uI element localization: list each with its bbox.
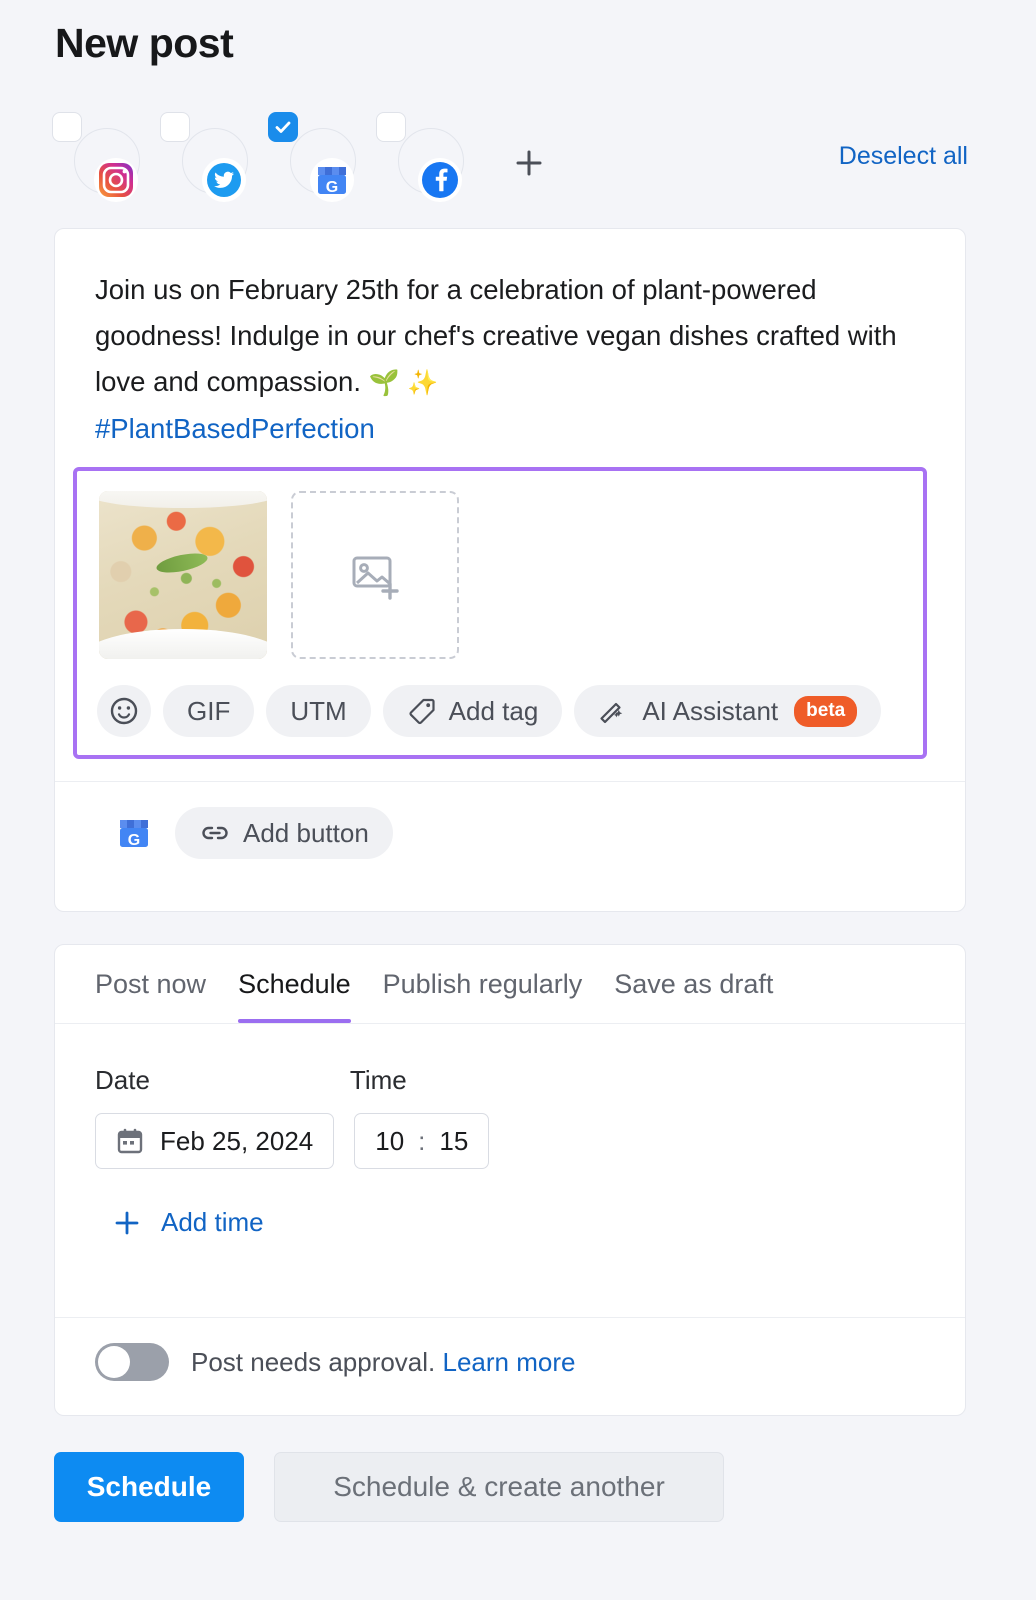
approval-label: Post needs approval.: [191, 1346, 436, 1377]
account-checkbox-twitter[interactable]: [160, 112, 190, 142]
tab-schedule[interactable]: Schedule: [238, 945, 351, 1023]
gif-button[interactable]: GIF: [163, 685, 255, 737]
date-label: Date: [95, 1065, 150, 1095]
google-business-profile-icon: G: [310, 158, 354, 202]
media-thumbnails: [99, 491, 459, 659]
account-checkbox-google-business-profile[interactable]: [268, 112, 298, 142]
emoji-button[interactable]: [97, 685, 151, 737]
add-time-label: Add time: [161, 1207, 264, 1237]
add-image-icon: [352, 556, 399, 600]
tag-icon: [409, 698, 435, 725]
time-minutes[interactable]: 15: [439, 1126, 468, 1157]
platform-button-row: G Add button: [115, 807, 393, 859]
tab-publish-regularly[interactable]: Publish regularly: [383, 945, 583, 1023]
calendar-icon: [117, 1128, 143, 1154]
account-twitter[interactable]: [160, 112, 248, 204]
add-tag-label: Add tag: [448, 695, 539, 726]
ai-assistant-label: AI Assistant: [642, 695, 779, 726]
new-post-page: New post G Deselect all Join us on Febru…: [0, 0, 1036, 1600]
approval-toggle[interactable]: [95, 1343, 169, 1381]
twitter-icon: [202, 158, 246, 202]
account-google-business-profile[interactable]: G: [268, 112, 356, 204]
schedule-tabs: Post now Schedule Publish regularly Save…: [55, 945, 965, 1023]
footer-actions: Schedule Schedule & create another: [54, 1452, 724, 1522]
ai-assistant-button[interactable]: AI Assistant beta: [574, 685, 882, 737]
tab-post-now[interactable]: Post now: [95, 945, 206, 1023]
seedling-emoji: 🌱: [368, 369, 400, 397]
schedule-card: Post now Schedule Publish regularly Save…: [54, 944, 966, 1416]
add-button-label: Add button: [243, 817, 369, 848]
schedule-button[interactable]: Schedule: [54, 1452, 244, 1522]
magic-wand-icon: [600, 702, 623, 724]
toggle-knob: [98, 1346, 130, 1378]
account-checkbox-facebook[interactable]: [376, 112, 406, 142]
account-selector: G: [52, 112, 484, 204]
composer-toolbar: GIF UTM Add tag AI Assistant beta: [97, 685, 893, 737]
utm-button[interactable]: UTM: [266, 685, 371, 737]
account-checkbox-instagram[interactable]: [52, 112, 82, 142]
add-time-button[interactable]: Add time: [113, 1207, 264, 1238]
post-text-body: Join us on February 25th for a celebrati…: [95, 274, 897, 397]
schedule-and-create-another-button[interactable]: Schedule & create another: [274, 1452, 724, 1522]
time-separator: :: [418, 1125, 426, 1156]
date-value: Feb 25, 2024: [160, 1125, 314, 1156]
instagram-icon: [94, 158, 138, 202]
add-button-button[interactable]: Add button: [175, 807, 393, 859]
plus-icon: [516, 150, 542, 176]
facebook-icon: [418, 158, 462, 202]
account-facebook[interactable]: [376, 112, 464, 204]
page-title: New post: [55, 20, 234, 66]
link-icon: [202, 826, 228, 840]
post-hashtag[interactable]: #PlantBasedPerfection: [95, 413, 375, 444]
composer-divider: [55, 781, 965, 782]
date-input[interactable]: Feb 25, 2024: [95, 1113, 335, 1169]
tabs-divider: [55, 1023, 965, 1024]
svg-text:G: G: [326, 179, 338, 196]
add-tag-button[interactable]: Add tag: [382, 685, 563, 737]
beta-badge: beta: [794, 695, 858, 727]
deselect-all-link[interactable]: Deselect all: [839, 142, 968, 171]
media-and-toolbar-highlight: GIF UTM Add tag AI Assistant beta: [73, 467, 927, 759]
tab-save-as-draft[interactable]: Save as draft: [614, 945, 773, 1023]
add-account-button[interactable]: [508, 142, 550, 184]
utm-label: UTM: [290, 695, 347, 726]
time-label: Time: [349, 1065, 407, 1095]
attached-image-thumbnail[interactable]: [99, 491, 267, 659]
datetime-inputs: Feb 25, 2024 10 : 15: [95, 1113, 490, 1169]
approval-text: Post needs approval. Learn more: [191, 1347, 575, 1378]
time-input[interactable]: 10 : 15: [354, 1113, 490, 1169]
schedule-divider: [55, 1317, 965, 1318]
sparkles-emoji: ✨: [407, 369, 439, 397]
learn-more-link[interactable]: Learn more: [443, 1347, 576, 1377]
add-media-button[interactable]: [291, 491, 459, 659]
svg-text:G: G: [128, 832, 140, 849]
time-hours[interactable]: 10: [375, 1126, 404, 1157]
post-text[interactable]: Join us on February 25th for a celebrati…: [95, 267, 933, 452]
datetime-labels: Date Time: [95, 1065, 407, 1096]
approval-row: Post needs approval. Learn more: [95, 1343, 575, 1381]
account-instagram[interactable]: [52, 112, 140, 204]
google-business-profile-icon: G: [120, 820, 148, 849]
plus-icon: [115, 1211, 139, 1234]
gif-label: GIF: [187, 695, 231, 726]
emoji-icon: [110, 697, 138, 725]
composer-card: Join us on February 25th for a celebrati…: [54, 228, 966, 912]
